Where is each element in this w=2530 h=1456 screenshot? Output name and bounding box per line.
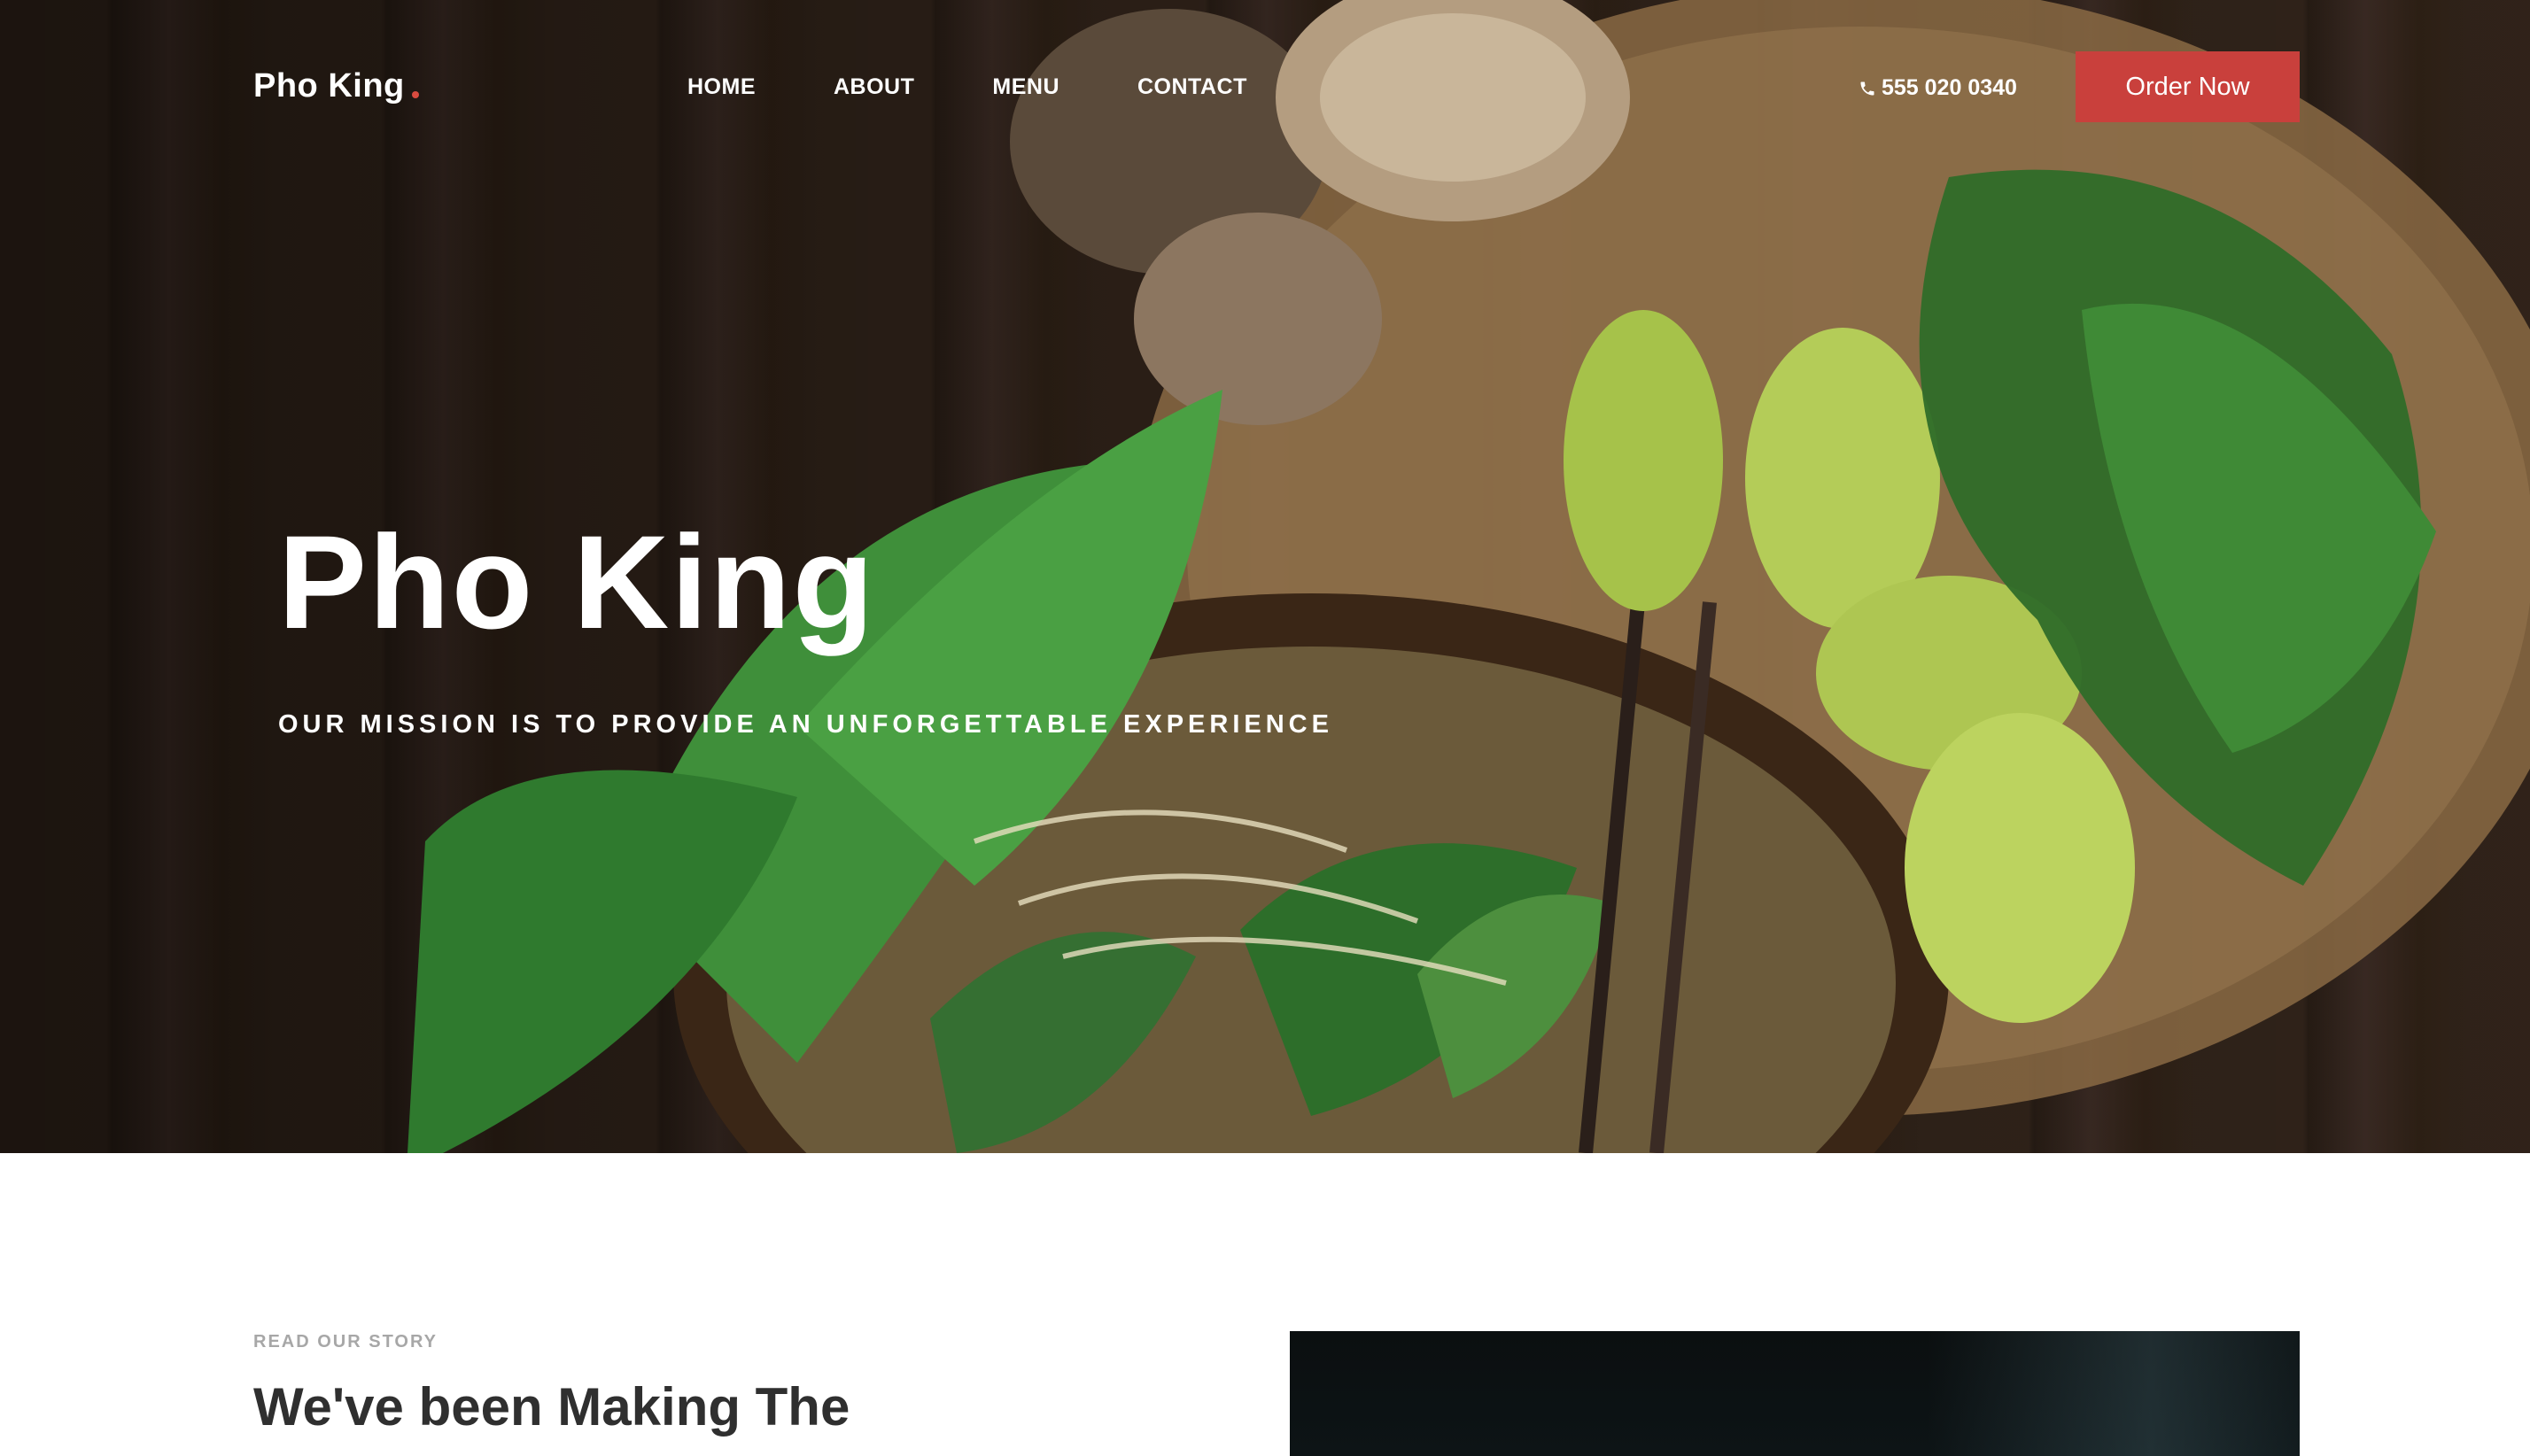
brand-logo[interactable]: Pho King [253, 67, 419, 105]
story-eyebrow: READ OUR STORY [253, 1332, 438, 1351]
hero-section: Pho King HOME ABOUT MENU CONTACT 555 020… [0, 0, 2530, 1153]
phone-number: 555 020 0340 [1882, 75, 2017, 100]
brand-name: Pho King [253, 67, 405, 105]
hero-title: Pho King [278, 507, 876, 656]
story-image [1290, 1331, 2300, 1456]
phone-link[interactable]: 555 020 0340 [1859, 75, 2017, 101]
nav-home-link[interactable]: HOME [687, 74, 756, 100]
main-menu: HOME ABOUT MENU CONTACT [687, 74, 1325, 100]
story-heading: We've been Making The [253, 1377, 850, 1437]
story-image-highlight [1928, 1331, 2300, 1456]
nav-about-link[interactable]: ABOUT [834, 74, 914, 100]
top-navigation: Pho King HOME ABOUT MENU CONTACT 555 020… [0, 0, 2530, 177]
phone-icon [1860, 81, 1874, 95]
nav-menu-link[interactable]: MENU [992, 74, 1059, 100]
nav-contact-link[interactable]: CONTACT [1137, 74, 1247, 100]
brand-dot [411, 91, 419, 98]
order-now-button[interactable]: Order Now [2076, 51, 2300, 122]
hero-subtitle: OUR MISSION IS TO PROVIDE AN UNFORGETTAB… [278, 710, 1333, 739]
